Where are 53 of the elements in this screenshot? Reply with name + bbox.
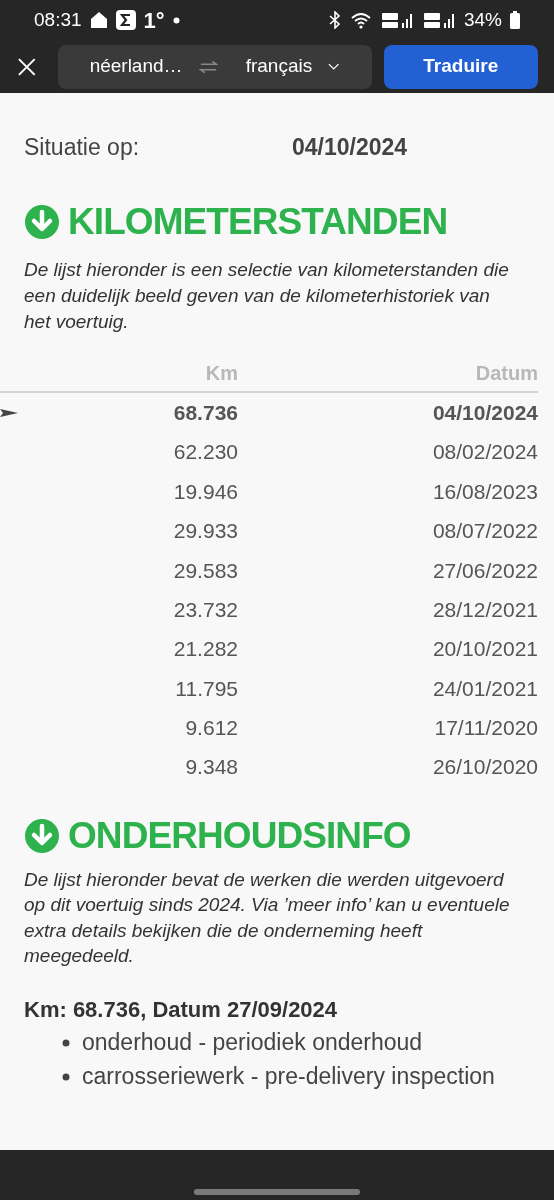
list-item: onderhoud - periodiek onderhoud <box>82 1027 423 1057</box>
bullet-icon <box>62 1072 70 1081</box>
language-selector[interactable]: néerland… français <box>57 44 372 89</box>
target-language[interactable]: français <box>245 52 313 81</box>
table-cell-text: 21.282 <box>173 636 238 663</box>
section-heading: KILOMETERSTANDEN <box>68 200 448 244</box>
table-cell-text: 23.732 <box>173 596 238 623</box>
row-pointer-icon <box>0 408 18 417</box>
bluetooth-icon <box>327 11 342 29</box>
table-cell-text: 19.946 <box>173 478 238 505</box>
list-item: carrosseriewerk - pre-delivery inspection <box>82 1061 495 1091</box>
table-cell-text: 20/10/2021 <box>431 636 538 663</box>
column-header: Km <box>204 361 238 386</box>
arrow-down-circle-icon <box>24 204 60 240</box>
section-description: De lijst hieronder bevat de werken die werden uitgevoerd op dit voertuig sinds 2024. Via ’meer info’ kan u eventuele extra details bekijken die de onderneming heeft meegedeeld. <box>23 867 511 969</box>
temperature: 1° <box>143 6 165 35</box>
situation-label: Situatie op: <box>24 133 141 162</box>
table-cell-text: 26/10/2020 <box>431 754 538 781</box>
table-cell-text: 16/08/2023 <box>431 478 538 505</box>
table-cell-text: 08/02/2024 <box>431 439 538 466</box>
table-cell-text: 27/06/2022 <box>431 557 538 584</box>
situation-date: 04/10/2024 <box>292 133 408 162</box>
table-cell-text: 62.230 <box>173 439 238 466</box>
table-cell-text: 28/12/2021 <box>431 596 538 623</box>
arrow-down-circle-icon <box>24 817 60 854</box>
table-cell-text: 68.736 <box>173 399 238 426</box>
source-language[interactable]: néerland… <box>89 52 183 81</box>
home-icon <box>89 11 108 29</box>
table-cell-text: 08/07/2022 <box>431 518 538 545</box>
swap-icon[interactable] <box>198 59 218 74</box>
section-description: De lijst hieronder is een selectie van kilometerstanden die een duidelijk beeld geven van de kilometerhistoriek van het voertuig. <box>23 258 510 334</box>
table-cell-text: 04/10/2024 <box>431 399 538 426</box>
battery-level: 34% <box>463 7 502 32</box>
signal-icon <box>379 11 414 29</box>
table-cell-text: 17/11/2020 <box>433 715 538 742</box>
table-cell-text: 11.795 <box>175 675 238 702</box>
chevron-down-icon[interactable] <box>328 62 340 71</box>
column-header: Datum <box>474 361 538 386</box>
clock: 08:31 <box>34 7 82 32</box>
translate-button[interactable]: Traduire <box>383 44 538 89</box>
wifi-icon <box>349 11 372 29</box>
table-cell-text: 9.612 <box>185 715 238 742</box>
bullet-icon <box>62 1038 70 1047</box>
table-cell-text: 9.348 <box>185 754 238 781</box>
table-cell-text: 29.933 <box>173 518 238 545</box>
table-cell-text: 24/01/2021 <box>431 675 538 702</box>
battery-icon <box>510 11 520 29</box>
entry-heading: Km: 68.736, Datum 27/09/2024 <box>24 995 339 1024</box>
dot-icon <box>172 16 180 24</box>
table-cell-text: 29.583 <box>173 557 238 584</box>
sigma-icon <box>115 10 136 30</box>
section-heading: ONDERHOUDSINFO <box>68 813 411 858</box>
signal-icon <box>421 11 456 29</box>
